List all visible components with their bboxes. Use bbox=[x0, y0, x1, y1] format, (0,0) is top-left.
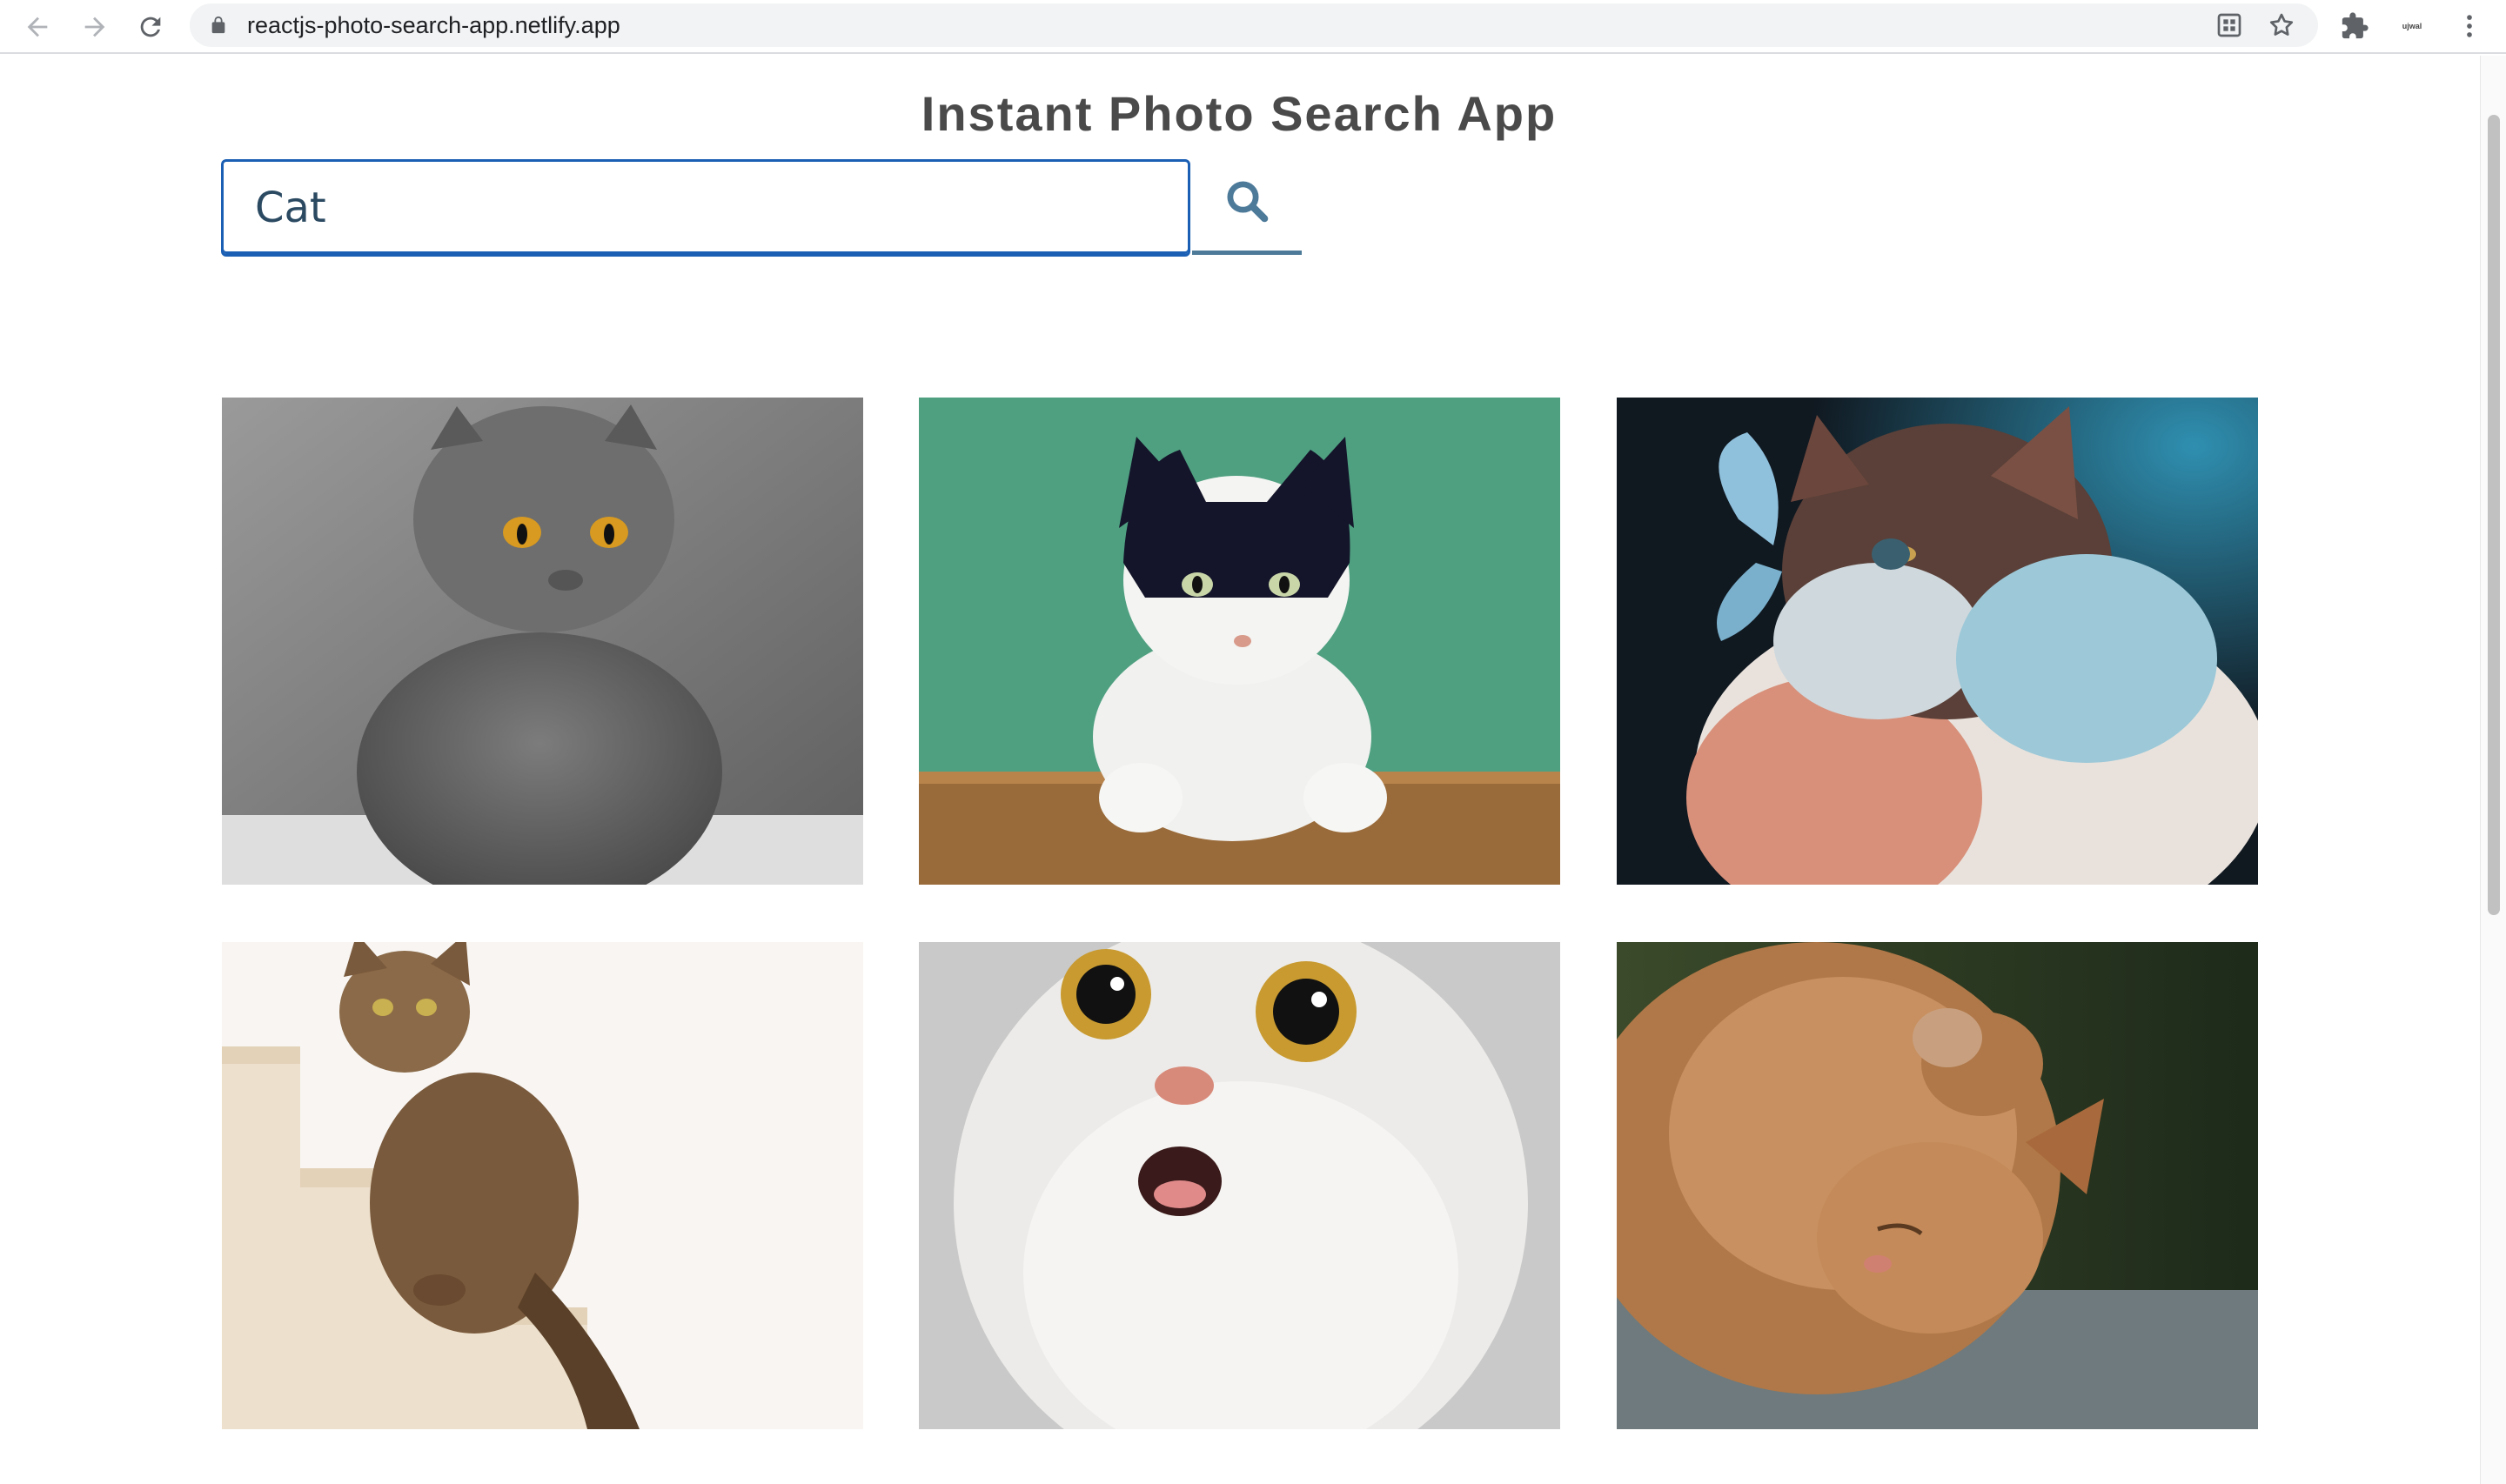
page-title: Instant Photo Search App bbox=[921, 86, 1558, 141]
photo-card[interactable] bbox=[1617, 398, 2258, 885]
address-bar[interactable]: reactjs-photo-search-app.netlify.app bbox=[190, 3, 2318, 47]
photo-card[interactable] bbox=[919, 942, 1560, 1429]
photo-grid bbox=[222, 398, 2258, 1429]
back-button[interactable] bbox=[16, 5, 59, 49]
reload-button[interactable] bbox=[129, 5, 172, 49]
qr-code-icon[interactable] bbox=[2215, 11, 2243, 39]
lock-icon bbox=[211, 16, 225, 34]
puzzle-icon bbox=[2342, 12, 2369, 39]
cat-photo bbox=[1617, 942, 2258, 1429]
cat-photo bbox=[222, 398, 863, 885]
arrow-right-icon bbox=[84, 17, 105, 37]
profile-button[interactable]: ujwal bbox=[2395, 9, 2429, 43]
url-text: reactjs-photo-search-app.netlify.app bbox=[247, 12, 620, 38]
browser-toolbar: reactjs-photo-search-app.netlify.app ujw… bbox=[0, 0, 2506, 54]
cat-photo bbox=[919, 942, 1560, 1429]
search-icon bbox=[1227, 181, 1269, 222]
extensions-button[interactable] bbox=[2337, 9, 2372, 43]
bookmark-star-icon[interactable] bbox=[2268, 11, 2295, 39]
forward-button[interactable] bbox=[73, 5, 117, 49]
reload-icon bbox=[140, 17, 161, 37]
cat-photo bbox=[1617, 398, 2258, 885]
cat-photo bbox=[222, 942, 863, 1429]
page-scrollbar[interactable] bbox=[2480, 56, 2506, 1484]
photo-card[interactable] bbox=[222, 942, 863, 1429]
more-vert-icon bbox=[2467, 15, 2472, 37]
arrow-left-icon bbox=[27, 17, 48, 37]
search-input[interactable] bbox=[221, 159, 1190, 257]
cat-photo bbox=[919, 398, 1560, 885]
photo-card[interactable] bbox=[919, 398, 1560, 885]
photo-card[interactable] bbox=[1617, 942, 2258, 1429]
search-button[interactable] bbox=[1192, 159, 1302, 255]
scrollbar-thumb[interactable] bbox=[2488, 115, 2500, 915]
menu-button[interactable] bbox=[2452, 9, 2487, 43]
photo-card[interactable] bbox=[222, 398, 863, 885]
